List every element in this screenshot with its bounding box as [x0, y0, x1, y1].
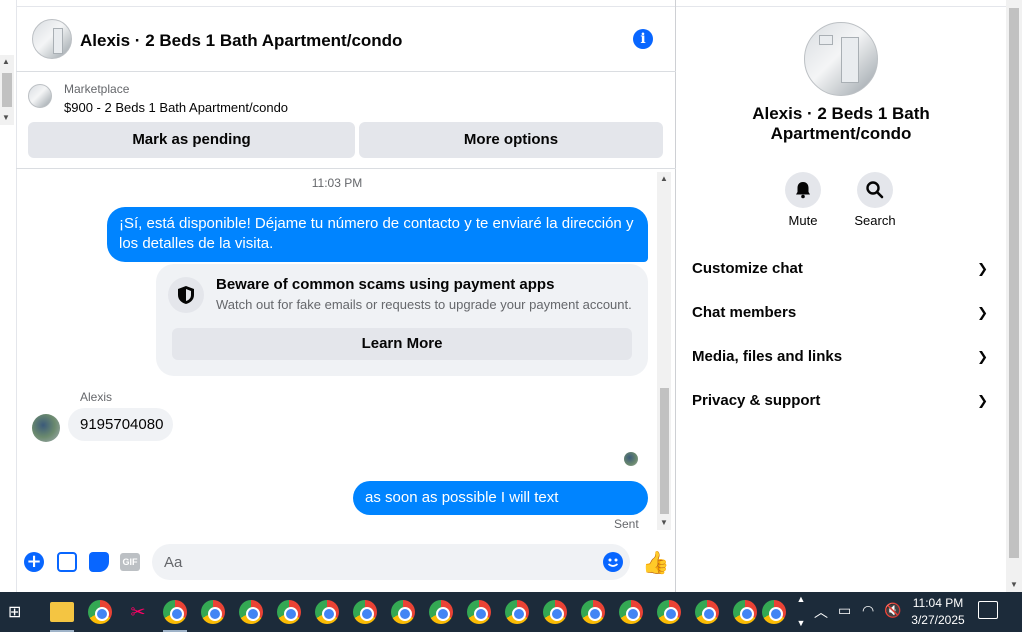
chrome-icon[interactable] — [163, 600, 187, 624]
side-panel-title: Alexis · 2 Beds 1 Bath Apartment/condo — [752, 104, 930, 143]
more-options-button[interactable]: More options — [359, 122, 663, 158]
chrome-profile-icon[interactable] — [429, 600, 453, 624]
plus-icon[interactable]: + — [24, 552, 44, 572]
message-status: Sent — [614, 517, 639, 531]
info-icon[interactable]: i — [633, 29, 653, 49]
mute-button[interactable] — [785, 172, 821, 208]
photo-icon[interactable] — [57, 552, 77, 572]
chrome-profile-icon[interactable] — [467, 600, 491, 624]
chat-scrollbar[interactable]: ▲ ▼ — [657, 172, 671, 530]
section-privacy-support[interactable]: Privacy & support ❯ — [692, 389, 992, 413]
snipping-tool-icon[interactable]: ✂ — [126, 600, 150, 624]
scroll-thumb[interactable] — [660, 388, 669, 514]
chrome-profile-icon[interactable] — [315, 600, 339, 624]
shield-icon — [168, 277, 204, 313]
chrome-profile-icon[interactable] — [505, 600, 529, 624]
section-label: Chat members — [692, 304, 797, 321]
chrome-profile-icon[interactable] — [277, 600, 301, 624]
emoji-icon[interactable] — [603, 552, 623, 572]
taskbar: ⊞ ✂ ▲ ▼ ︿ ▭ ◠ 🔇 11:04 PM 3/27/2025 — [0, 592, 1022, 632]
mark-as-pending-button[interactable]: Mark as pending — [28, 122, 355, 158]
clock-date[interactable]: 3/27/2025 — [908, 613, 968, 627]
scam-warning-title: Beware of common scams using payment app… — [216, 276, 555, 293]
chrome-profile-icon[interactable] — [239, 600, 263, 624]
message-input[interactable] — [152, 544, 630, 580]
section-media-files-links[interactable]: Media, files and links ❯ — [692, 345, 992, 369]
chevron-down-icon: ❯ — [977, 261, 988, 276]
scroll-up-arrow-icon[interactable]: ▲ — [660, 174, 668, 183]
chevron-up-icon[interactable]: ︿ — [814, 602, 828, 622]
outgoing-message[interactable]: as soon as possible I will text you..Tha… — [353, 481, 648, 540]
battery-icon[interactable]: ▭ — [838, 602, 851, 619]
listing-title[interactable]: $900 - 2 Beds 1 Bath Apartment/condo — [64, 100, 288, 115]
gif-icon[interactable]: GIF — [120, 553, 140, 571]
chevron-down-icon: ❯ — [977, 393, 988, 408]
taskbar-scroll-icon[interactable]: ▲ ▼ — [795, 592, 807, 632]
search-icon — [866, 181, 884, 199]
chrome-profile-icon[interactable] — [657, 600, 681, 624]
clock-time[interactable]: 11:04 PM — [908, 596, 968, 610]
chrome-profile-icon[interactable] — [581, 600, 605, 624]
side-panel-avatar[interactable] — [804, 22, 878, 96]
marketplace-divider — [16, 168, 676, 169]
seen-indicator-avatar — [624, 452, 638, 466]
page-scrollbar[interactable]: ▼ — [1006, 0, 1022, 592]
learn-more-button[interactable]: Learn More — [172, 328, 632, 360]
scroll-down-arrow-icon[interactable]: ▼ — [1010, 580, 1018, 589]
scroll-thumb[interactable] — [1009, 8, 1019, 558]
chrome-profile-icon[interactable] — [201, 600, 225, 624]
header-divider — [16, 71, 676, 72]
outgoing-message[interactable]: ¡Sí, está disponible! Déjame tu número d… — [107, 207, 648, 262]
conversation-title[interactable]: Alexis · 2 Beds 1 Bath Apartment/condo — [80, 31, 402, 51]
chrome-profile-icon[interactable] — [733, 600, 757, 624]
chevron-down-icon: ❯ — [977, 305, 988, 320]
scroll-down-arrow-icon[interactable]: ▼ — [2, 113, 10, 122]
sticker-icon[interactable] — [89, 552, 109, 572]
sender-avatar[interactable] — [32, 414, 60, 442]
bell-icon — [796, 182, 810, 199]
conversation-avatar[interactable] — [32, 19, 72, 59]
volume-muted-icon[interactable]: 🔇 — [884, 602, 901, 619]
scroll-thumb[interactable] — [2, 73, 12, 107]
chrome-profile-icon[interactable] — [353, 600, 377, 624]
section-customize-chat[interactable]: Customize chat ❯ — [692, 257, 992, 281]
search-button[interactable] — [857, 172, 893, 208]
section-label: Customize chat — [692, 260, 803, 277]
wifi-icon[interactable]: ◠ — [862, 602, 874, 619]
thumbs-up-icon[interactable]: 👍 — [642, 550, 669, 576]
scroll-down-arrow-icon[interactable]: ▼ — [660, 518, 668, 527]
task-view-icon[interactable]: ⊞ — [8, 602, 21, 622]
chrome-icon[interactable] — [88, 600, 112, 624]
chrome-profile-icon[interactable] — [762, 600, 786, 624]
section-label: Media, files and links — [692, 348, 843, 365]
scroll-up-arrow-icon[interactable]: ▲ — [2, 57, 10, 66]
chrome-profile-icon[interactable] — [543, 600, 567, 624]
notification-icon[interactable] — [978, 601, 998, 619]
incoming-message[interactable]: 9195704080 — [68, 408, 173, 441]
search-label: Search — [854, 213, 896, 228]
listing-thumbnail[interactable] — [28, 84, 52, 108]
section-label: Privacy & support — [692, 392, 821, 409]
section-chat-members[interactable]: Chat members ❯ — [692, 301, 992, 325]
chrome-profile-icon[interactable] — [695, 600, 719, 624]
file-explorer-icon[interactable] — [50, 602, 74, 622]
scam-warning-subtitle: Watch out for fake emails or requests to… — [216, 297, 632, 312]
mute-label: Mute — [788, 213, 818, 228]
marketplace-label: Marketplace — [64, 82, 130, 96]
chrome-profile-icon[interactable] — [619, 600, 643, 624]
chevron-down-icon: ❯ — [977, 349, 988, 364]
left-scrollbar[interactable]: ▲ ▼ — [0, 55, 14, 125]
chrome-profile-icon[interactable] — [391, 600, 415, 624]
message-timestamp: 11:03 PM — [311, 176, 363, 190]
sender-name: Alexis — [80, 390, 113, 404]
